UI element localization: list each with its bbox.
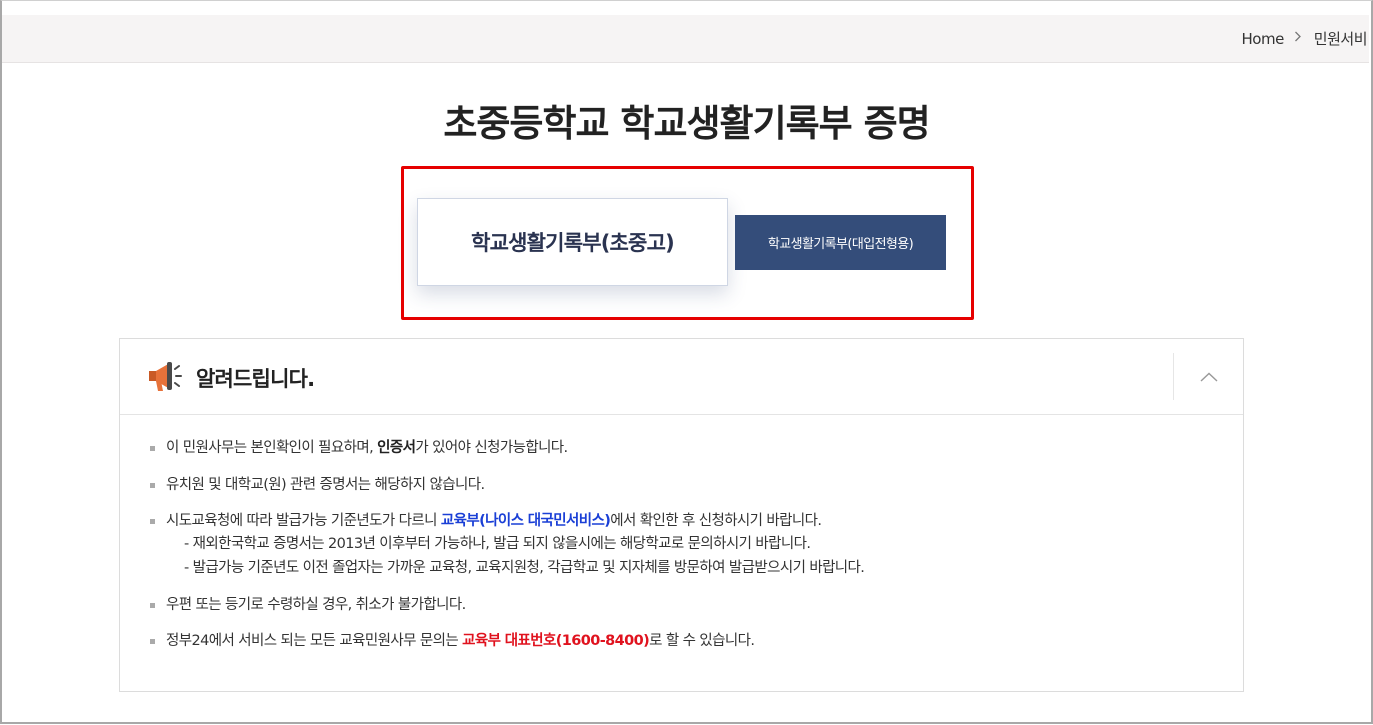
chevron-up-icon [1200,367,1218,386]
notice-text: 가 있어야 신청가능합니다. [415,440,568,456]
notice-header: 알려드립니다. [120,339,1243,415]
breadcrumb: Home 민원서비 [1242,15,1368,62]
notice-text: 에서 확인한 후 신청하시기 바랍니다. [610,513,822,529]
notice-text: 우편 또는 등기로 수령하실 경우, 취소가 불가합니다. [166,597,466,613]
notice-item: 시도교육청에 따라 발급가능 기준년도가 다르니 교육부(나이스 대국민서비스)… [150,510,1230,580]
breadcrumb-current[interactable]: 민원서비 [1314,28,1368,49]
breadcrumb-bar: Home 민원서비 [2,15,1369,63]
bullet [150,603,155,608]
breadcrumb-home[interactable]: Home [1242,30,1285,48]
neis-link[interactable]: 교육부(나이스 대국민서비스) [441,513,611,529]
notice-text: 정부24에서 서비스 되는 모든 교육민원사무 문의는 [166,633,463,649]
tab-school-record-university-admission[interactable]: 학교생활기록부(대입전형용) [735,215,946,270]
bullet [150,483,155,488]
bullet [150,639,155,644]
notice-text: 유치원 및 대학교(원) 관련 증명서는 해당하지 않습니다. [166,477,485,493]
megaphone-icon [144,359,184,395]
notice-item: 유치원 및 대학교(원) 관련 증명서는 해당하지 않습니다. [150,474,1230,496]
notice-list: 이 민원사무는 본인확인이 필요하며, 인증서가 있어야 신청가능합니다. 유치… [150,437,1230,666]
notice-subitem: - 재외한국학교 증명서는 2013년 이후부터 가능하나, 발급 되지 않을시… [184,536,811,552]
page-title: 초중등학교 학교생활기록부 증명 [443,102,930,145]
bullet [150,446,155,451]
collapse-button[interactable] [1174,339,1243,414]
notice-item: 이 민원사무는 본인확인이 필요하며, 인증서가 있어야 신청가능합니다. [150,437,1230,459]
chevron-right-icon [1294,31,1302,46]
notice-text: 시도교육청에 따라 발급가능 기준년도가 다르니 [166,513,441,529]
notice-item: 우편 또는 등기로 수령하실 경우, 취소가 불가합니다. [150,594,1230,616]
notice-emphasis: 인증서 [377,440,416,456]
bullet [150,519,155,524]
notice-title: 알려드립니다. [196,367,315,391]
contact-number: 교육부 대표번호(1600-8400) [462,633,650,649]
notice-panel: 알려드립니다. 이 민원사무는 본인확인이 필요하며, 인증서가 있어야 신청가… [119,338,1244,692]
notice-text: 이 민원사무는 본인확인이 필요하며, [166,440,378,456]
tab-school-record-k12[interactable]: 학교생활기록부(초중고) [417,198,728,286]
notice-subitem: - 발급가능 기준년도 이전 졸업자는 가까운 교육청, 교육지원청, 각급학교… [184,560,865,576]
notice-item: 정부24에서 서비스 되는 모든 교육민원사무 문의는 교육부 대표번호(160… [150,630,1230,652]
notice-text: 로 할 수 있습니다. [649,633,755,649]
